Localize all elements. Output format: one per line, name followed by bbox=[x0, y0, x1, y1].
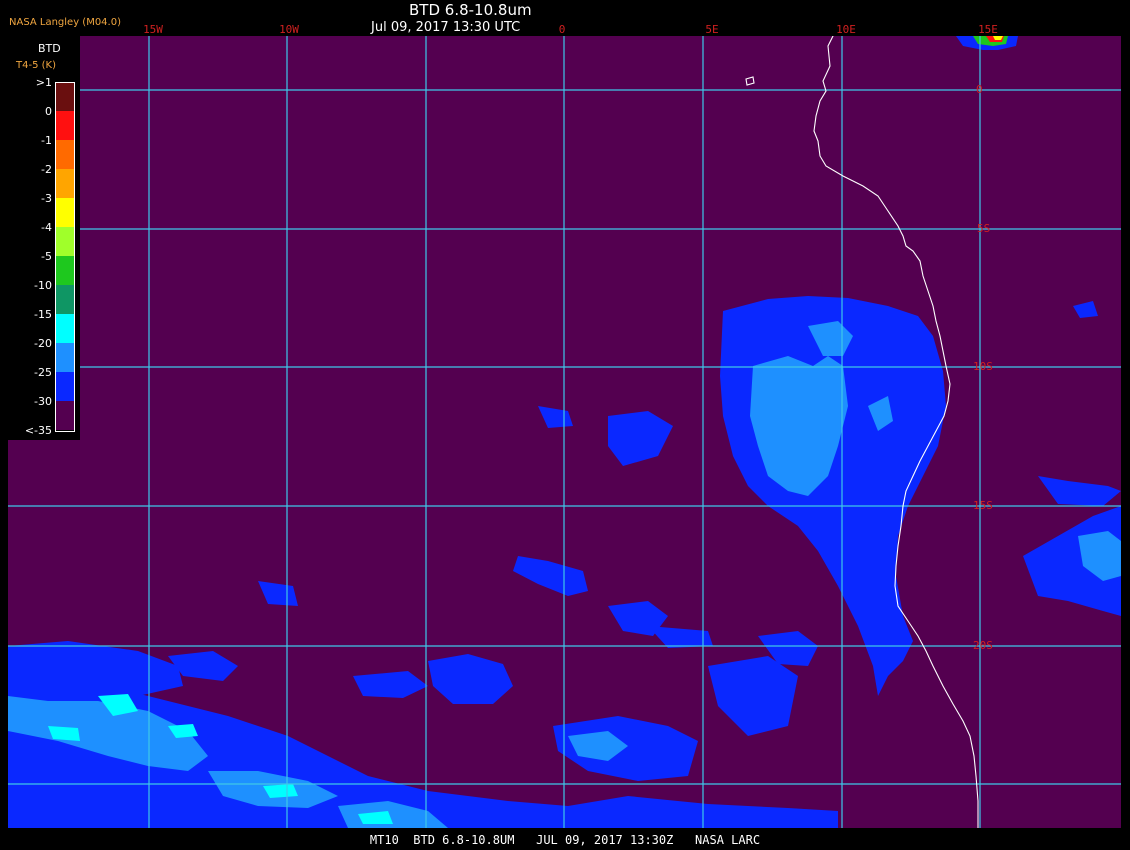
legend-label: -10 bbox=[34, 279, 52, 292]
lon-label-10w: 10W bbox=[279, 23, 299, 36]
lon-label-15e: 15E bbox=[978, 23, 998, 36]
legend-label: -2 bbox=[41, 163, 52, 176]
map-graphics bbox=[8, 36, 1121, 828]
lat-label-5s: 5S bbox=[977, 222, 991, 235]
lon-label-15w: 15W bbox=[143, 23, 163, 36]
legend-subtitle: T4-5 (K) bbox=[16, 60, 56, 71]
lon-label-5e: 5E bbox=[705, 23, 719, 36]
legend-label: <-35 bbox=[24, 424, 52, 437]
legend-label: -20 bbox=[34, 337, 52, 350]
lon-label-0: 0 bbox=[558, 23, 566, 36]
legend-label: -4 bbox=[41, 221, 52, 234]
legend-label: -15 bbox=[34, 308, 52, 321]
map-title: BTD 6.8-10.8um bbox=[409, 1, 532, 19]
lat-label-10s: 10S bbox=[973, 360, 993, 373]
legend-label: 0 bbox=[45, 105, 52, 118]
legend-label: -25 bbox=[34, 366, 52, 379]
footer-caption: MT10 BTD 6.8-10.8UM JUL 09, 2017 13:30Z … bbox=[369, 833, 761, 847]
map-datetime: Jul 09, 2017 13:30 UTC bbox=[371, 20, 521, 35]
lat-label-0: 0 bbox=[976, 83, 983, 96]
legend-label: -1 bbox=[41, 134, 52, 147]
map-canvas bbox=[8, 36, 1121, 828]
brand-label: NASA Langley (M04.0) bbox=[9, 17, 121, 28]
color-legend: BTD T4-5 (K) >1 0 -1 -2 -3 -4 -5 -10 -15 -20 -25 -3… bbox=[8, 36, 80, 440]
satellite-map: NASA Langley (M04.0) BTD 6.8-10.8um Jul … bbox=[0, 0, 1130, 850]
legend-label: -3 bbox=[41, 192, 52, 205]
lat-label-20s: 20S bbox=[973, 639, 993, 652]
legend-label: >1 bbox=[35, 76, 52, 89]
lat-label-15s: 15S bbox=[973, 499, 993, 512]
legend-label: -30 bbox=[34, 395, 52, 408]
legend-label: -5 bbox=[41, 250, 52, 263]
legend-frame bbox=[55, 82, 75, 432]
legend-title: BTD bbox=[38, 42, 61, 55]
lon-label-10e: 10E bbox=[836, 23, 856, 36]
